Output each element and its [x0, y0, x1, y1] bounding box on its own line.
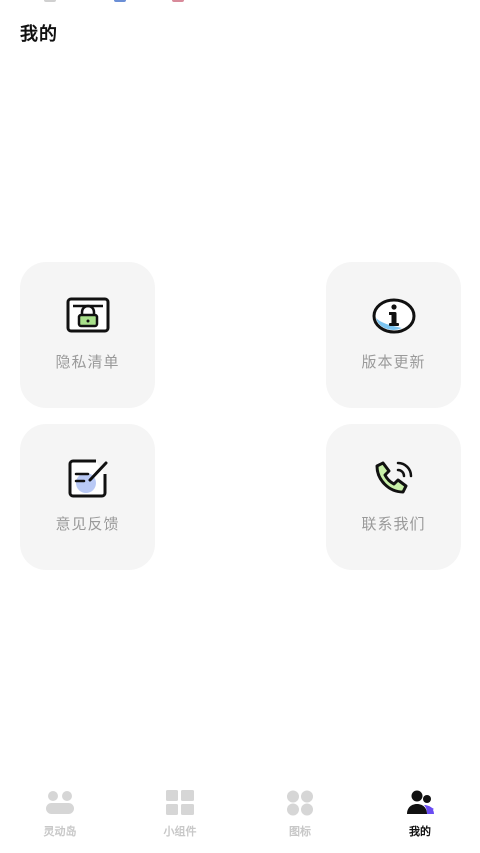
widgets-grid-icon — [166, 790, 194, 815]
phone-call-icon — [375, 461, 412, 494]
version-update-tile[interactable]: 版本更新 — [326, 262, 461, 408]
icons-dots-icon — [287, 790, 313, 816]
tab-label: 我的 — [409, 825, 431, 838]
status-icon — [44, 0, 56, 2]
privacy-list-label: 隐私清单 — [55, 353, 120, 371]
profile-screen: 我的 隐私清单 版本更新 意见反馈 联系我们 灵动岛 小组件 图标 我的 — [0, 0, 480, 853]
status-bar — [0, 0, 480, 8]
privacy-list-icon — [66, 297, 109, 333]
contact-us-label: 联系我们 — [361, 515, 426, 533]
version-update-label: 版本更新 — [361, 353, 426, 371]
tab-mine[interactable]: 我的 — [360, 790, 480, 840]
info-icon — [372, 298, 415, 334]
privacy-list-tile[interactable]: 隐私清单 — [20, 262, 155, 408]
status-icon — [114, 0, 126, 2]
feedback-label: 意见反馈 — [55, 515, 120, 533]
tab-widgets[interactable]: 小组件 — [120, 790, 240, 840]
tab-icons[interactable]: 图标 — [240, 790, 360, 840]
tab-label: 小组件 — [163, 825, 197, 838]
page-title: 我的 — [20, 24, 58, 45]
tab-label: 图标 — [289, 825, 311, 838]
contact-us-tile[interactable]: 联系我们 — [326, 424, 461, 570]
tab-label: 灵动岛 — [43, 825, 77, 838]
users-icon — [407, 790, 434, 814]
bottom-tab-bar: 灵动岛 小组件 图标 我的 — [0, 780, 480, 853]
edit-icon — [68, 459, 107, 498]
tab-dynamic-island[interactable]: 灵动岛 — [0, 790, 120, 840]
status-icon — [172, 0, 184, 2]
feedback-tile[interactable]: 意见反馈 — [20, 424, 155, 570]
dynamic-island-icon — [46, 791, 74, 814]
